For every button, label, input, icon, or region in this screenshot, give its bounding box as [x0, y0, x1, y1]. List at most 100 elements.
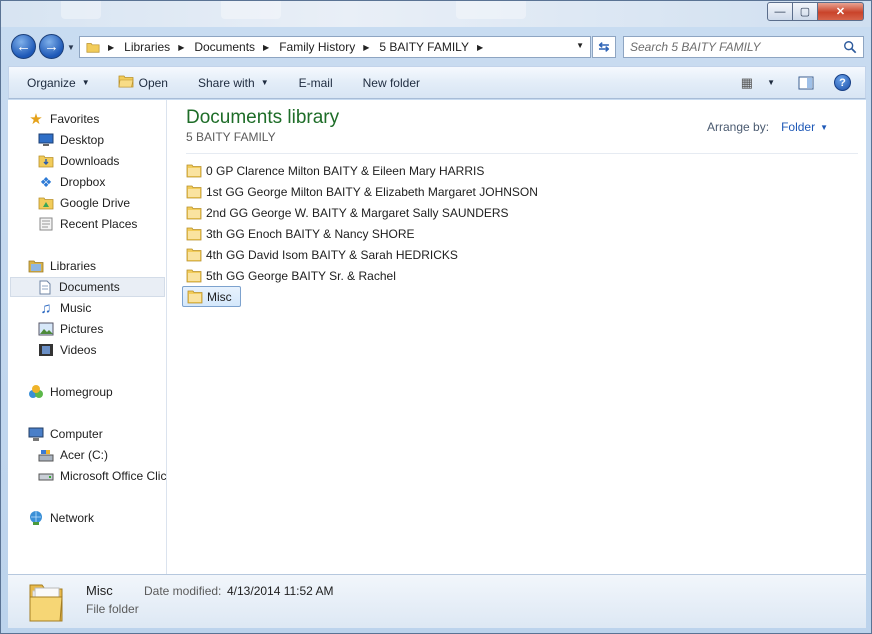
folder-icon — [186, 269, 202, 282]
chevron-down-icon: ▼ — [260, 78, 269, 87]
nav-music[interactable]: ♫ Music — [38, 298, 91, 318]
file-item[interactable]: 2nd GG George W. BAITY & Margaret Sally … — [182, 202, 513, 223]
forward-button[interactable]: → — [39, 34, 64, 59]
search-input[interactable] — [624, 37, 834, 57]
open-button[interactable]: Open — [100, 67, 178, 98]
navigation-pane[interactable]: ★ Favorites Desktop Downloads ❖ Dropbox … — [8, 100, 167, 574]
search-icon[interactable] — [843, 40, 857, 54]
documents-icon — [37, 279, 53, 295]
breadcrumb-libraries[interactable]: Libraries ▶ — [120, 37, 190, 57]
nav-videos[interactable]: Videos — [38, 340, 96, 360]
address-bar[interactable]: ▶ Libraries ▶ Documents ▶ Family History ▶ … — [79, 36, 591, 58]
nav-label: Dropbox — [60, 175, 106, 189]
file-name: 2nd GG George W. BAITY & Margaret Sally … — [206, 205, 509, 220]
back-button[interactable]: ← — [11, 34, 36, 59]
details-name: Misc — [86, 583, 113, 598]
file-name: Misc — [207, 289, 232, 304]
breadcrumb-arrow[interactable]: ▶ — [104, 37, 120, 57]
preview-pane-button[interactable] — [784, 67, 828, 98]
email-button[interactable]: E-mail — [279, 67, 343, 98]
organize-menu[interactable]: Organize ▼ — [9, 67, 100, 98]
share-with-menu[interactable]: Share with ▼ — [178, 67, 279, 98]
desktop-icon — [38, 132, 54, 148]
close-button[interactable]: ✕ — [818, 2, 864, 21]
nav-label: Network — [50, 511, 95, 525]
library-title: Documents library — [186, 107, 340, 128]
folder-icon — [186, 185, 202, 198]
header-divider — [186, 153, 858, 154]
open-label: Open — [138, 75, 168, 90]
homegroup-icon — [28, 384, 44, 400]
refresh-button[interactable]: ⇆ — [592, 36, 616, 58]
nav-computer[interactable]: Computer — [28, 424, 103, 444]
file-item-selected[interactable]: Misc — [182, 286, 241, 307]
nav-label: Music — [60, 301, 92, 315]
downloads-folder-icon — [38, 153, 54, 169]
breadcrumb-documents[interactable]: Documents ▶ — [190, 37, 275, 57]
nav-label: Acer (C:) — [60, 448, 108, 462]
nav-label: Desktop — [60, 133, 105, 147]
file-item[interactable]: 0 GP Clarence Milton BAITY & Eileen Mary… — [182, 160, 488, 181]
chevron-down-icon: ▼ — [820, 122, 828, 132]
window-controls: — ▢ ✕ — [767, 2, 864, 21]
nav-office-drive[interactable]: Microsoft Office Click-to-Run — [38, 466, 167, 486]
file-item[interactable]: 3th GG Enoch BAITY & Nancy SHORE — [182, 223, 419, 244]
nav-label: Downloads — [60, 154, 120, 168]
nav-favorites[interactable]: ★ Favorites — [28, 109, 99, 129]
title-bar[interactable]: — ▢ ✕ — [1, 1, 871, 27]
date-modified-value: 4/13/2014 11:52 AM — [227, 584, 334, 598]
arrow-right-icon: → — [44, 38, 59, 55]
file-item[interactable]: 1st GG George Milton BAITY & Elizabeth M… — [182, 181, 542, 202]
details-pane: Misc File folder Date modified: 4/13/201… — [8, 574, 866, 628]
arrange-by-value: Folder — [781, 120, 816, 134]
file-item[interactable]: 4th GG David Isom BAITY & Sarah HEDRICKS — [182, 244, 462, 265]
nav-dropbox[interactable]: ❖ Dropbox — [38, 172, 106, 192]
library-subtitle: 5 BAITY FAMILY — [186, 130, 276, 144]
folder-icon — [186, 248, 202, 261]
breadcrumb-label: Family History — [279, 40, 356, 54]
breadcrumb-5-baity-family[interactable]: 5 BAITY FAMILY ▶ — [375, 37, 489, 57]
nav-downloads[interactable]: Downloads — [38, 151, 119, 171]
search-box[interactable] — [623, 36, 864, 58]
libraries-icon — [28, 258, 44, 274]
content-pane: Documents library 5 BAITY FAMILY Arrange… — [168, 100, 866, 574]
nav-label: Libraries — [50, 259, 97, 273]
arrange-by-dropdown[interactable]: Folder ▼ — [781, 120, 828, 134]
arrange-by-label: Arrange by: — [707, 120, 770, 134]
computer-icon — [28, 426, 44, 442]
breadcrumb-family-history[interactable]: Family History ▶ — [275, 37, 375, 57]
file-name: 0 GP Clarence Milton BAITY & Eileen Mary… — [206, 163, 485, 178]
date-modified-label: Date modified: — [144, 584, 222, 598]
maximize-button[interactable]: ▢ — [793, 2, 818, 21]
nav-label: Microsoft Office Click-to-Run — [60, 469, 167, 483]
recent-pages-dropdown[interactable]: ▼ — [67, 43, 75, 52]
nav-network[interactable]: Network — [28, 508, 94, 528]
nav-desktop[interactable]: Desktop — [38, 130, 104, 150]
file-name: 1st GG George Milton BAITY & Elizabeth M… — [206, 184, 538, 199]
refresh-icon: ⇆ — [598, 39, 610, 54]
nav-libraries[interactable]: Libraries — [28, 256, 96, 276]
file-item[interactable]: 5th GG George BAITY Sr. & Rachel — [182, 265, 400, 286]
nav-homegroup[interactable]: Homegroup — [28, 382, 113, 402]
dropbox-icon: ❖ — [39, 173, 53, 190]
folder-icon — [186, 227, 202, 240]
email-label: E-mail — [298, 75, 333, 90]
change-view-button[interactable]: ▦ ▼ — [732, 67, 784, 98]
command-bar: Organize ▼ Open Share with ▼ E-mail New … — [8, 66, 866, 99]
nav-google-drive[interactable]: Google Drive — [38, 193, 130, 213]
nav-pictures[interactable]: Pictures — [38, 319, 103, 339]
help-icon: ? — [834, 74, 851, 91]
folder-icon — [86, 40, 100, 54]
new-folder-button[interactable]: New folder — [343, 67, 430, 98]
new-folder-label: New folder — [362, 75, 420, 90]
help-button[interactable]: ? — [828, 67, 865, 98]
videos-icon — [38, 342, 54, 358]
minimize-button[interactable]: — — [767, 2, 793, 21]
nav-recent-places[interactable]: Recent Places — [38, 214, 137, 234]
nav-label: Google Drive — [60, 196, 131, 210]
nav-documents[interactable]: Documents — [10, 277, 165, 297]
nav-acer-drive[interactable]: Acer (C:) — [38, 445, 108, 465]
file-name: 4th GG David Isom BAITY & Sarah HEDRICKS — [206, 247, 458, 262]
nav-label: Favorites — [50, 112, 100, 126]
address-history-dropdown[interactable]: ▼ — [576, 41, 584, 50]
